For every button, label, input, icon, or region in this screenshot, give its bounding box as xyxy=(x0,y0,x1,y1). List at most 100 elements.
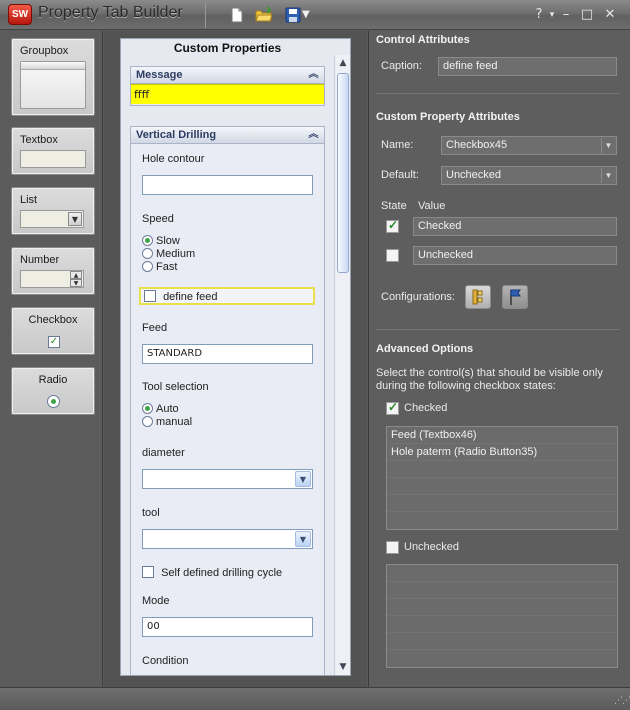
caption-label: Caption: xyxy=(381,60,422,72)
number-preview-icon: ▲ ▼ xyxy=(20,270,84,288)
unchecked-controls-list[interactable] xyxy=(386,564,618,668)
list-item-empty xyxy=(387,633,617,650)
open-folder-icon[interactable] xyxy=(255,6,273,24)
state-unchecked-value-input[interactable]: Unchecked xyxy=(413,246,617,265)
define-feed-checkbox[interactable] xyxy=(144,290,156,302)
speed-label: Speed xyxy=(142,213,174,225)
checkbox-preview-icon: ✓ xyxy=(48,336,60,348)
toolbox-list[interactable]: List ▼ xyxy=(11,187,95,235)
toolbox-item-label: Checkbox xyxy=(28,314,78,326)
scroll-down-icon[interactable]: ▼ xyxy=(336,660,350,674)
message-group-title: Message xyxy=(136,69,183,81)
control-attributes-heading: Control Attributes xyxy=(376,34,470,46)
speed-option-label: Slow xyxy=(156,235,180,247)
app-logo-icon[interactable]: SW xyxy=(8,4,32,25)
hole-contour-input[interactable] xyxy=(142,175,313,195)
list-item[interactable]: Feed (Textbox46) xyxy=(387,427,617,444)
name-select[interactable]: Checkbox45 ▼ xyxy=(441,136,617,155)
advanced-checked-checkbox[interactable] xyxy=(386,400,399,415)
configuration-tree-icon xyxy=(472,289,483,305)
state-checked-value-input[interactable]: Checked xyxy=(413,217,617,236)
vertical-drilling-header[interactable]: Vertical Drilling ︽ xyxy=(131,127,324,144)
value-column-header: Value xyxy=(418,200,446,212)
tool-selection-label: Tool selection xyxy=(142,381,209,393)
chevron-down-icon[interactable]: ▼ xyxy=(295,471,311,487)
close-button[interactable]: ✕ xyxy=(601,6,619,24)
vertical-drilling-group[interactable]: Vertical Drilling ︽ Hole contour Speed S… xyxy=(130,126,325,675)
window-title: Property Tab Builder xyxy=(38,4,183,21)
new-file-icon[interactable] xyxy=(228,6,246,24)
chevron-down-icon[interactable]: ▼ xyxy=(295,531,311,547)
save-dropdown-arrow-icon[interactable]: ▼ xyxy=(302,6,314,24)
radio-preview-icon xyxy=(47,395,60,408)
list-item[interactable]: Hole paterm (Radio Button35) xyxy=(387,444,617,461)
custom-properties-title: Custom Properties xyxy=(173,41,282,55)
tool-selection-radio-auto[interactable]: Auto xyxy=(142,403,179,416)
advanced-unchecked-checkbox[interactable] xyxy=(386,541,399,554)
scroll-thumb[interactable] xyxy=(337,73,349,273)
state-checked-checkbox[interactable] xyxy=(386,218,399,233)
tool-option-label: Auto xyxy=(156,403,179,415)
scroll-up-icon[interactable]: ▲ xyxy=(336,56,350,70)
toolbox-checkbox[interactable]: Checkbox ✓ xyxy=(11,307,95,355)
flag-icon xyxy=(510,289,521,305)
attributes-panel: Control Attributes Caption: define feed … xyxy=(368,31,630,687)
radio-icon xyxy=(142,261,153,272)
radio-selected-icon xyxy=(142,235,153,246)
tool-label: tool xyxy=(142,507,160,519)
list-item-empty xyxy=(387,478,617,495)
divider xyxy=(376,329,620,330)
speed-radio-medium[interactable]: Medium xyxy=(142,248,195,261)
toolbox-number[interactable]: Number ▲ ▼ xyxy=(11,247,95,295)
message-group-header[interactable]: Message ︽ xyxy=(131,67,324,84)
define-feed-checkbox-row[interactable]: define feed xyxy=(139,287,315,305)
minimize-button[interactable]: – xyxy=(557,6,575,24)
speed-option-label: Fast xyxy=(156,261,178,273)
collapse-icon[interactable]: ︽ xyxy=(307,128,320,141)
define-feed-label: define feed xyxy=(163,291,218,303)
resize-grip-icon[interactable]: ⋰⋰ xyxy=(614,696,630,708)
mode-input[interactable]: 00 xyxy=(142,617,313,637)
radio-icon xyxy=(142,248,153,259)
feed-label: Feed xyxy=(142,322,168,334)
chevron-down-icon[interactable]: ▼ xyxy=(601,138,615,153)
tool-select[interactable]: ▼ xyxy=(142,529,313,549)
caption-input[interactable]: define feed xyxy=(438,57,617,76)
speed-radio-slow[interactable]: Slow xyxy=(142,235,180,248)
name-label: Name: xyxy=(381,139,414,151)
toolbox-item-label: Textbox xyxy=(20,134,58,146)
toolbox-textbox[interactable]: Textbox xyxy=(11,127,95,175)
default-select-value: Unchecked xyxy=(446,169,502,181)
toolbox-item-label: List xyxy=(20,194,38,206)
configuration-flag-button[interactable] xyxy=(502,285,528,309)
list-item-empty xyxy=(387,495,617,512)
tool-option-label: manual xyxy=(156,416,193,428)
speed-radio-fast[interactable]: Fast xyxy=(142,261,177,274)
self-defined-checkbox[interactable] xyxy=(142,566,154,578)
state-unchecked-checkbox[interactable] xyxy=(386,249,399,262)
name-select-value: Checkbox45 xyxy=(446,139,508,151)
configuration-all-button[interactable] xyxy=(465,285,491,309)
chevron-down-icon[interactable]: ▼ xyxy=(601,168,615,183)
advanced-checked-label: Checked xyxy=(404,402,448,414)
toolbox-groupbox[interactable]: Groupbox xyxy=(11,38,95,116)
self-defined-checkbox-row[interactable]: Self defined drilling cycle xyxy=(142,566,282,580)
checked-controls-list[interactable]: Feed (Textbox46) Hole paterm (Radio Butt… xyxy=(386,426,618,530)
default-select[interactable]: Unchecked ▼ xyxy=(441,166,617,185)
self-defined-label: Self defined drilling cycle xyxy=(161,567,283,579)
speed-option-label: Medium xyxy=(156,248,196,260)
status-bar: ⋰⋰ xyxy=(0,687,630,710)
collapse-icon[interactable]: ︽ xyxy=(307,68,320,81)
tool-selection-radio-manual[interactable]: manual xyxy=(142,416,192,429)
save-icon[interactable] xyxy=(284,6,302,24)
custom-properties-scrollbar[interactable]: ▲ ▼ xyxy=(334,55,350,675)
toolbox-radio[interactable]: Radio xyxy=(11,367,95,415)
message-group[interactable]: Message ︽ ffff xyxy=(130,66,325,106)
advanced-options-heading: Advanced Options xyxy=(376,343,474,355)
message-text: ffff xyxy=(131,84,324,104)
toolbox-item-label: Radio xyxy=(38,374,68,386)
feed-input[interactable]: STANDARD xyxy=(142,344,313,364)
list-item-empty xyxy=(387,565,617,582)
diameter-select[interactable]: ▼ xyxy=(142,469,313,489)
maximize-button[interactable]: □ xyxy=(578,6,596,24)
